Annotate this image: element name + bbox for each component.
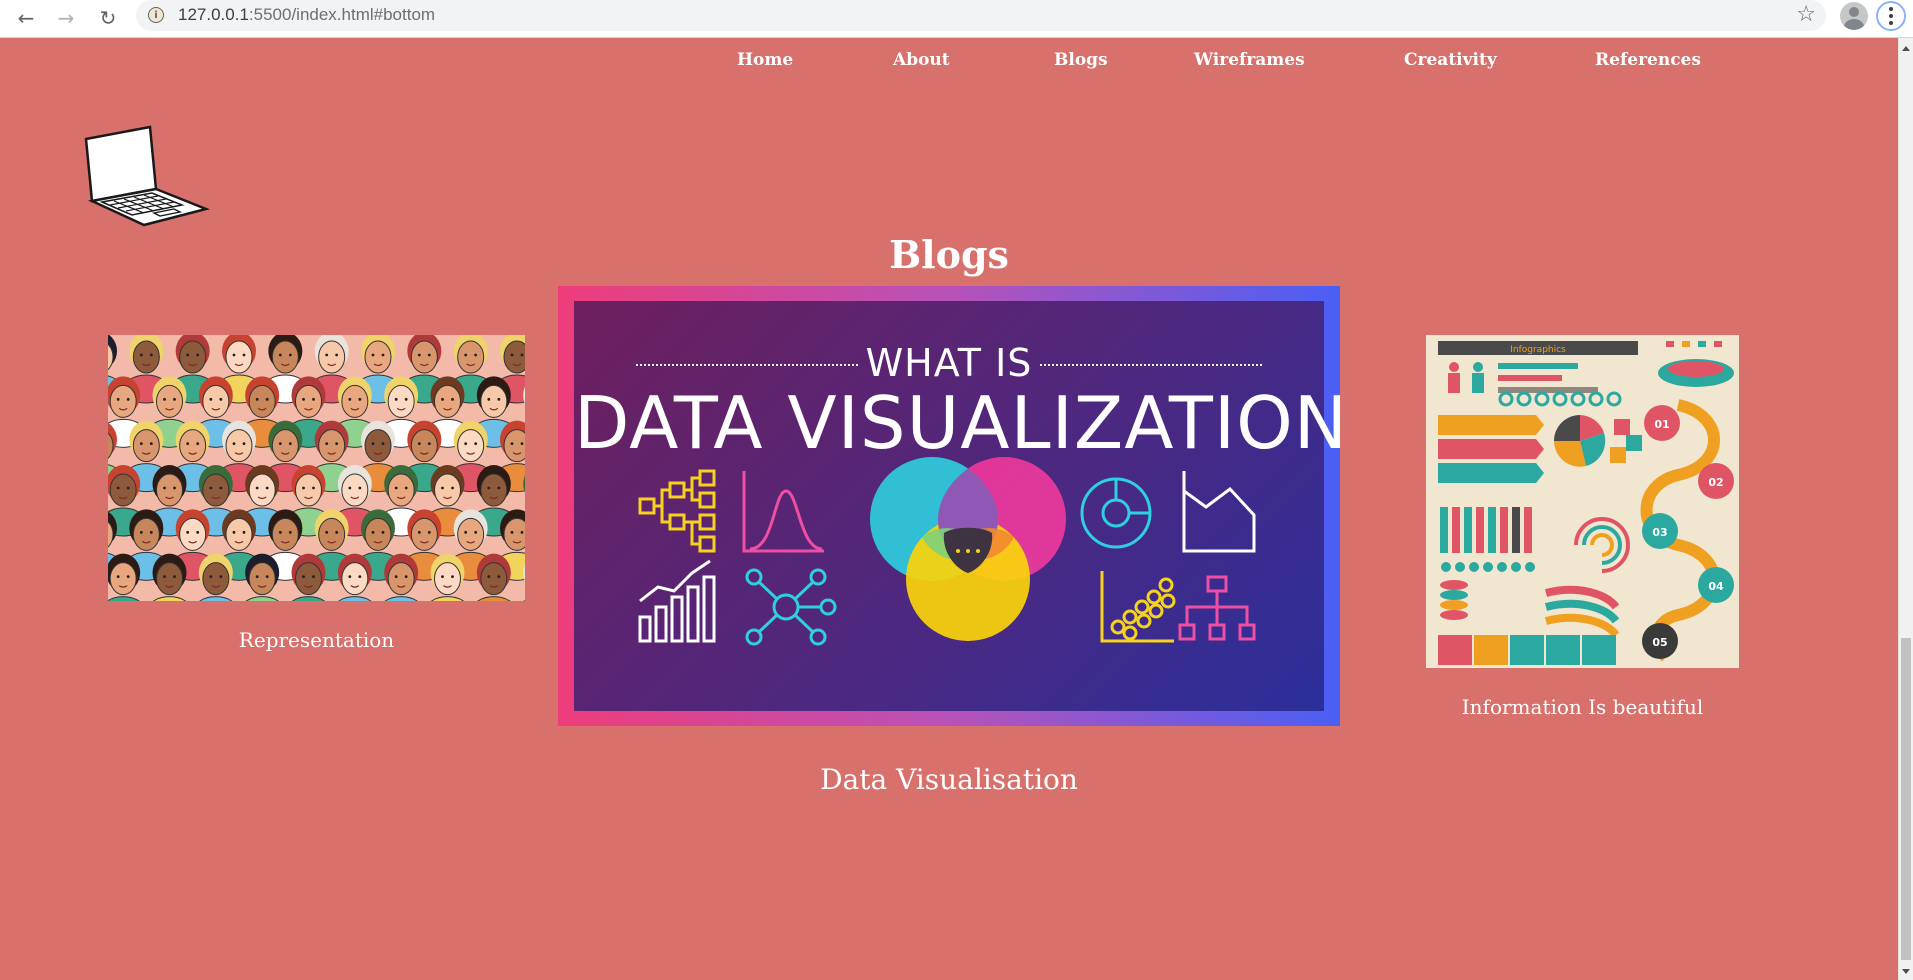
arrow-labels bbox=[1438, 415, 1544, 483]
cube-stack bbox=[1610, 419, 1642, 463]
nav-link-blogs[interactable]: Blogs bbox=[1054, 50, 1108, 70]
scatter-plot-icon bbox=[1100, 571, 1176, 643]
bookmark-star-icon[interactable]: ☆ bbox=[1796, 2, 1816, 27]
profile-avatar[interactable] bbox=[1840, 2, 1868, 30]
svg-text:05: 05 bbox=[1652, 636, 1667, 649]
info-icon[interactable]: i bbox=[148, 7, 164, 23]
page-scrollbar[interactable] bbox=[1898, 38, 1913, 980]
hierarchy-icon bbox=[638, 469, 716, 553]
svg-text:04: 04 bbox=[1708, 580, 1724, 593]
small-ring-row bbox=[1441, 562, 1535, 572]
crowd-illustration bbox=[108, 335, 525, 601]
card-caption-information-is-beautiful[interactable]: Information Is beautiful bbox=[1426, 695, 1739, 719]
cylinder-bars bbox=[1440, 507, 1532, 553]
area-chart-icon bbox=[1182, 471, 1256, 553]
ring-row bbox=[1498, 391, 1622, 407]
nav-link-about[interactable]: About bbox=[893, 50, 950, 70]
scroll-thumb[interactable] bbox=[1901, 638, 1911, 960]
progress-bars bbox=[1498, 363, 1598, 393]
option-tiles bbox=[1438, 635, 1616, 665]
venn-diagram-icon bbox=[870, 457, 1066, 641]
scroll-up-icon[interactable] bbox=[1902, 46, 1910, 51]
url-text[interactable]: 127.0.0.1:5500/index.html#bottom bbox=[178, 5, 435, 25]
forward-icon[interactable]: → bbox=[52, 4, 80, 32]
laptop-icon bbox=[84, 125, 210, 227]
infographic-image[interactable]: Infographics 01 02 03 04 05 bbox=[1426, 335, 1739, 668]
kebab-menu-icon[interactable] bbox=[1876, 1, 1906, 31]
data-viz-icons bbox=[638, 457, 1256, 646]
card-caption-representation[interactable]: Representation bbox=[108, 628, 525, 652]
address-bar[interactable]: i 127.0.0.1:5500/index.html#bottom ☆ bbox=[136, 0, 1826, 31]
representation-image[interactable] bbox=[108, 335, 525, 601]
nav-link-home[interactable]: Home bbox=[737, 50, 793, 70]
bell-curve-icon bbox=[742, 471, 824, 553]
nav-link-wireframes[interactable]: Wireframes bbox=[1194, 50, 1305, 70]
stacked-disks bbox=[1440, 580, 1468, 620]
browser-toolbar: ← → ↻ i 127.0.0.1:5500/index.html#bottom… bbox=[0, 0, 1913, 38]
stadium-icon bbox=[1658, 341, 1734, 387]
svg-text:02: 02 bbox=[1708, 476, 1723, 489]
org-chart-icon bbox=[1178, 575, 1256, 641]
data-visualization-image[interactable]: WHAT IS DATA VISUALIZATION? bbox=[558, 286, 1340, 726]
scroll-down-icon[interactable] bbox=[1902, 969, 1910, 974]
nav-link-references[interactable]: References bbox=[1595, 50, 1701, 70]
nav-link-creativity[interactable]: Creativity bbox=[1404, 50, 1497, 70]
steps-path: 01 02 03 04 05 bbox=[1640, 399, 1734, 662]
bar-line-chart-icon bbox=[638, 559, 716, 643]
infographic-banner: Infographics bbox=[1510, 345, 1566, 355]
network-icon bbox=[745, 568, 837, 646]
pie-chart bbox=[1554, 415, 1606, 467]
svg-text:01: 01 bbox=[1654, 418, 1669, 431]
url-path: :5500/index.html#bottom bbox=[248, 5, 436, 24]
donut-chart-icon bbox=[1080, 477, 1152, 549]
data-visualization-panel: WHAT IS DATA VISUALIZATION? bbox=[574, 301, 1340, 711]
curved-bands bbox=[1544, 585, 1620, 638]
card-caption-data-visualisation[interactable]: Data Visualisation bbox=[558, 763, 1340, 796]
url-host: 127.0.0.1 bbox=[178, 5, 249, 24]
arc-chart bbox=[1574, 517, 1630, 573]
svg-text:03: 03 bbox=[1652, 526, 1667, 539]
back-icon[interactable]: ← bbox=[12, 4, 40, 32]
section-heading: Blogs bbox=[889, 232, 1009, 277]
infographic-illustration: Infographics 01 02 03 04 05 bbox=[1438, 341, 1734, 665]
people-icons bbox=[1448, 362, 1484, 393]
reload-icon[interactable]: ↻ bbox=[94, 4, 122, 32]
